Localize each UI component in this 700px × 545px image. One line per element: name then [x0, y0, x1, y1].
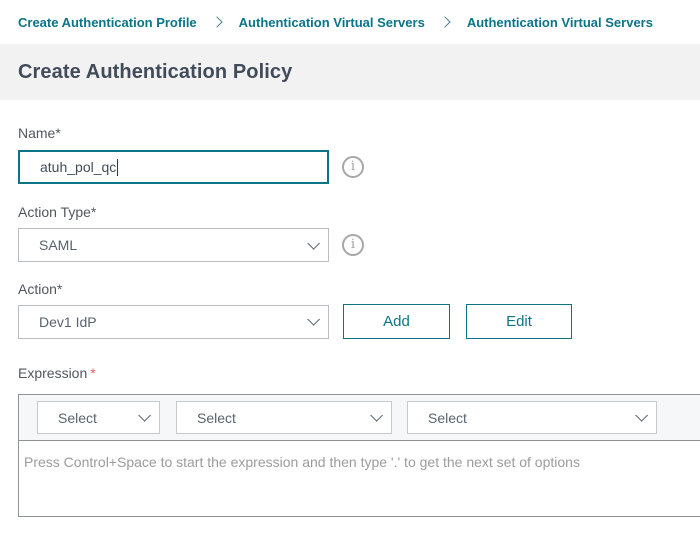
expression-input[interactable] — [18, 440, 700, 517]
chevron-right-icon — [439, 16, 450, 27]
expression-required-mark: * — [90, 365, 95, 381]
expression-builder-toolbar: Select Select Select — [18, 394, 700, 441]
name-label: Name* — [18, 125, 700, 141]
chevron-down-icon — [635, 409, 648, 422]
action-type-label-text: Action Type — [18, 204, 91, 220]
expression-label: Expression* — [18, 365, 700, 381]
action-type-required-mark: * — [91, 204, 96, 220]
expression-select-2[interactable]: Select — [176, 401, 392, 434]
chevron-down-icon — [138, 409, 151, 422]
expression-label-text: Expression — [18, 365, 87, 381]
action-select[interactable]: Dev1 IdP — [18, 305, 329, 339]
chevron-down-icon — [307, 313, 320, 326]
page-header: Create Authentication Policy — [0, 44, 700, 100]
expression-select-3[interactable]: Select — [407, 401, 657, 434]
add-button[interactable]: Add — [343, 304, 450, 339]
expression-select-1-value: Select — [58, 410, 138, 426]
create-authentication-policy-form: Name* atuh_pol_qc i Action Type* SAML i … — [0, 125, 700, 517]
action-select-value: Dev1 IdP — [39, 314, 307, 330]
expression-select-3-value: Select — [428, 410, 635, 426]
chevron-down-icon — [370, 409, 383, 422]
name-input-value: atuh_pol_qc — [40, 159, 116, 175]
breadcrumb-link-authentication-virtual-servers[interactable]: Authentication Virtual Servers — [239, 15, 425, 30]
action-type-row: SAML i — [18, 228, 700, 262]
edit-button[interactable]: Edit — [466, 304, 572, 339]
action-required-mark: * — [57, 281, 62, 297]
name-row: atuh_pol_qc i — [18, 150, 700, 184]
chevron-down-icon — [307, 237, 320, 250]
expression-select-2-value: Select — [197, 410, 370, 426]
info-icon[interactable]: i — [342, 156, 364, 178]
breadcrumb-link-authentication-virtual-servers-2[interactable]: Authentication Virtual Servers — [467, 15, 653, 30]
info-icon[interactable]: i — [342, 234, 364, 256]
page-title: Create Authentication Policy — [18, 61, 292, 84]
action-label: Action* — [18, 281, 700, 297]
expression-select-1[interactable]: Select — [37, 401, 160, 434]
breadcrumb-link-create-authentication-profile[interactable]: Create Authentication Profile — [18, 15, 197, 30]
name-input[interactable]: atuh_pol_qc — [18, 150, 329, 184]
action-type-select[interactable]: SAML — [18, 228, 329, 262]
action-row: Dev1 IdP Add Edit — [18, 304, 700, 339]
text-cursor — [117, 159, 118, 176]
create-authentication-policy-page: { "breadcrumb": { "separator_icon": "che… — [0, 0, 700, 545]
chevron-right-icon — [211, 16, 222, 27]
action-type-label: Action Type* — [18, 204, 700, 220]
name-required-mark: * — [55, 125, 60, 141]
name-label-text: Name — [18, 125, 55, 141]
action-type-select-value: SAML — [39, 237, 307, 253]
action-label-text: Action — [18, 281, 57, 297]
breadcrumb: Create Authentication Profile Authentica… — [0, 0, 700, 44]
